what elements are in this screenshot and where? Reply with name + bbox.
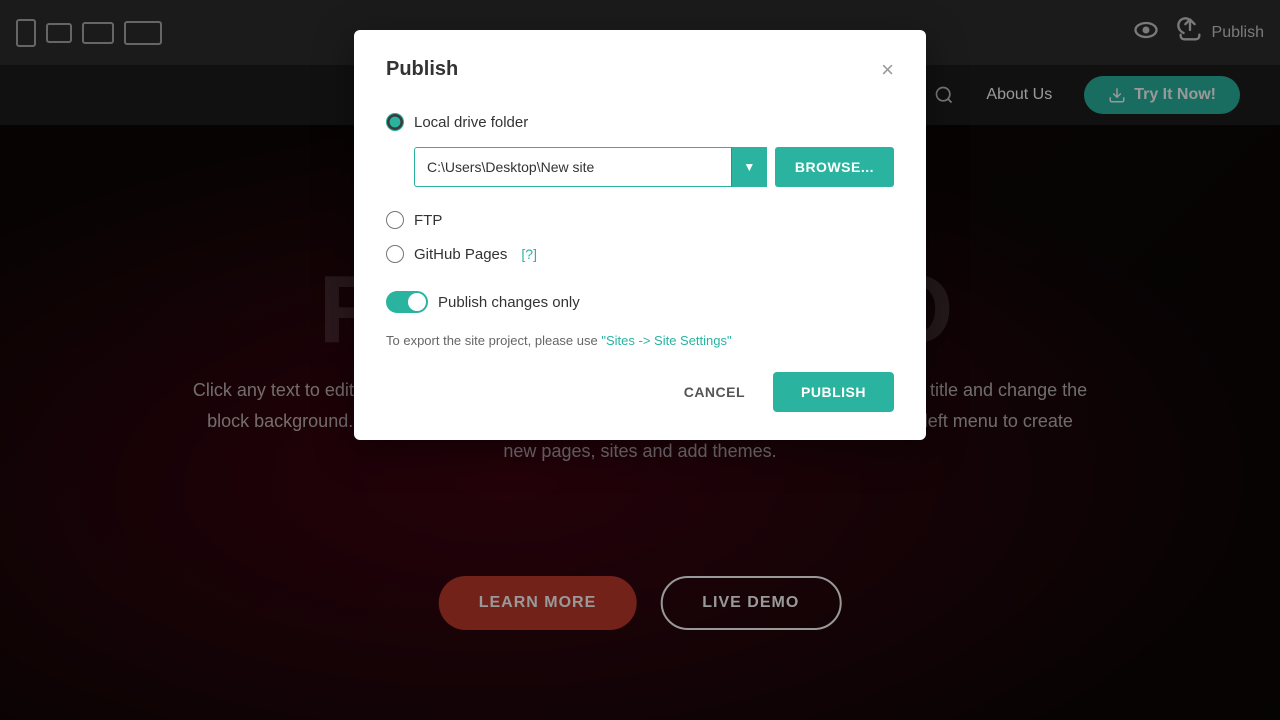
export-link[interactable]: "Sites -> Site Settings" xyxy=(601,333,731,348)
publish-modal-button[interactable]: PUBLISH xyxy=(773,372,894,412)
publish-changes-label: Publish changes only xyxy=(438,294,580,311)
github-radio[interactable] xyxy=(386,245,404,263)
ftp-option[interactable]: FTP xyxy=(386,203,894,237)
ftp-radio[interactable] xyxy=(386,211,404,229)
local-drive-radio[interactable] xyxy=(386,113,404,131)
path-input-row: ▼ BROWSE... xyxy=(414,147,894,187)
local-drive-option[interactable]: Local drive folder xyxy=(386,105,894,139)
github-label: GitHub Pages xyxy=(414,246,507,263)
modal-close-button[interactable]: × xyxy=(881,59,894,81)
export-info-prefix: To export the site project, please use xyxy=(386,333,601,348)
publish-options: Local drive folder ▼ BROWSE... FTP GitHu… xyxy=(386,105,894,271)
export-info: To export the site project, please use "… xyxy=(386,333,894,348)
ftp-label: FTP xyxy=(414,212,442,229)
path-dropdown-button[interactable]: ▼ xyxy=(731,147,767,187)
publish-modal: Publish × Local drive folder ▼ BROWSE...… xyxy=(354,30,926,440)
toggle-slider xyxy=(386,291,428,313)
github-pages-option[interactable]: GitHub Pages [?] xyxy=(386,237,894,271)
cancel-button[interactable]: CANCEL xyxy=(668,374,761,410)
github-help-link[interactable]: [?] xyxy=(521,246,537,262)
publish-changes-toggle[interactable] xyxy=(386,291,428,313)
modal-footer: CANCEL PUBLISH xyxy=(386,372,894,412)
local-drive-label: Local drive folder xyxy=(414,114,528,131)
publish-changes-toggle-row: Publish changes only xyxy=(386,291,894,313)
dropdown-arrow: ▼ xyxy=(743,160,755,174)
modal-title: Publish xyxy=(386,58,458,81)
modal-header: Publish × xyxy=(386,58,894,81)
path-input[interactable] xyxy=(414,147,731,187)
browse-button[interactable]: BROWSE... xyxy=(775,147,894,187)
